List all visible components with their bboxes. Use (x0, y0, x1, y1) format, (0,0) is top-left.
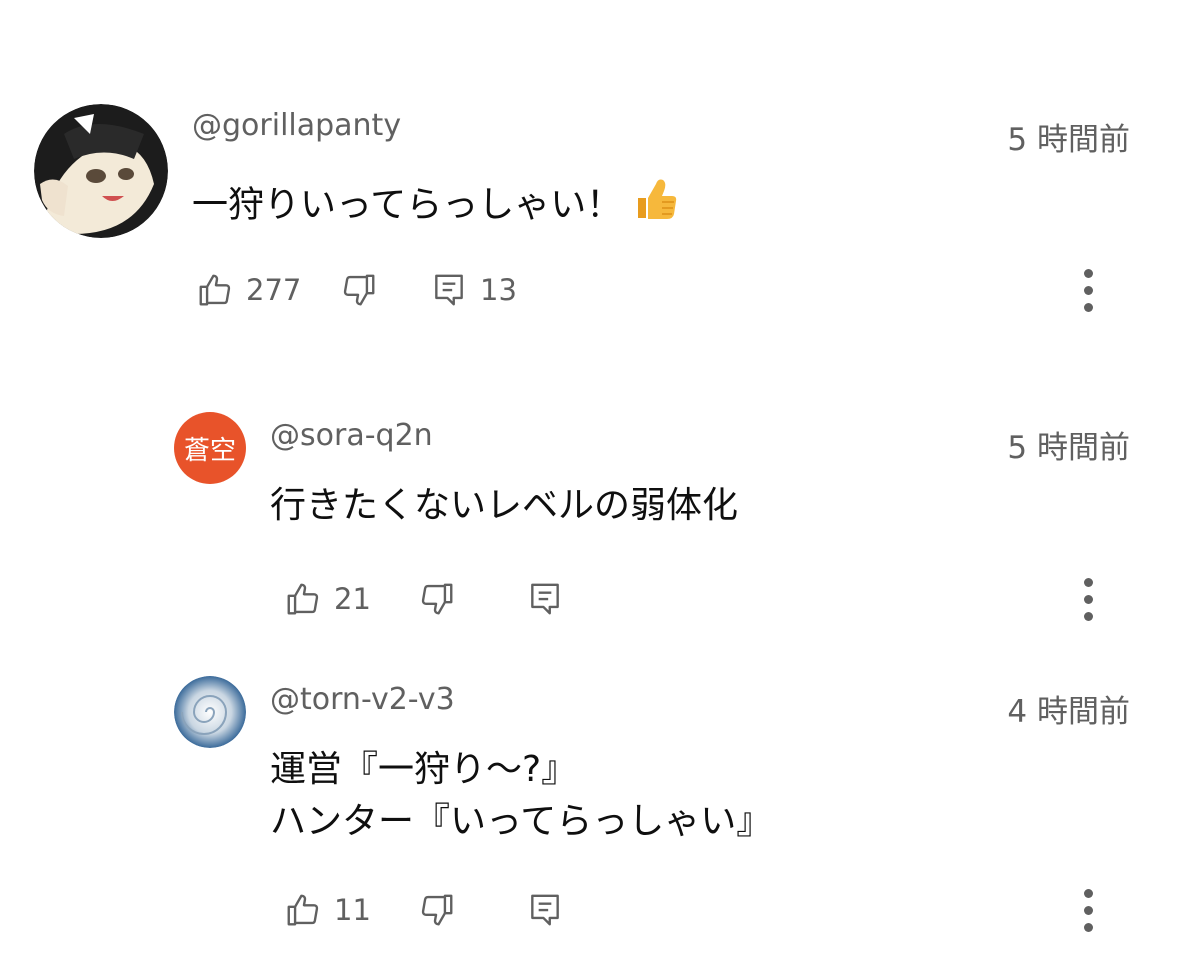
like-button[interactable]: 11 (284, 880, 371, 940)
comment-icon (526, 891, 564, 929)
dislike-button[interactable] (418, 880, 456, 940)
thumbs-down-outline-icon (418, 891, 456, 929)
dot (1083, 888, 1093, 898)
comment-text-line: ハンター『いってらっしゃい』 (270, 801, 773, 842)
comment-timestamp: 4 時間前 (1007, 694, 1130, 730)
more-vert-icon[interactable] (1076, 880, 1100, 940)
like-count: 11 (334, 893, 371, 927)
avatar[interactable] (174, 676, 246, 748)
reply-thread: @torn-v2-v3 4 時間前 運営『一狩り〜?』 ハンター『いってらっしゃ… (0, 0, 1200, 955)
comment-author[interactable]: @torn-v2-v3 (270, 682, 455, 717)
reply-button[interactable] (526, 880, 564, 940)
thumbs-up-outline-icon (284, 891, 322, 929)
dot (1083, 905, 1093, 915)
comment-actions: 11 (284, 880, 1200, 940)
comment-text-line: 運営『一狩り〜?』 (270, 749, 578, 790)
dot (1083, 922, 1093, 932)
